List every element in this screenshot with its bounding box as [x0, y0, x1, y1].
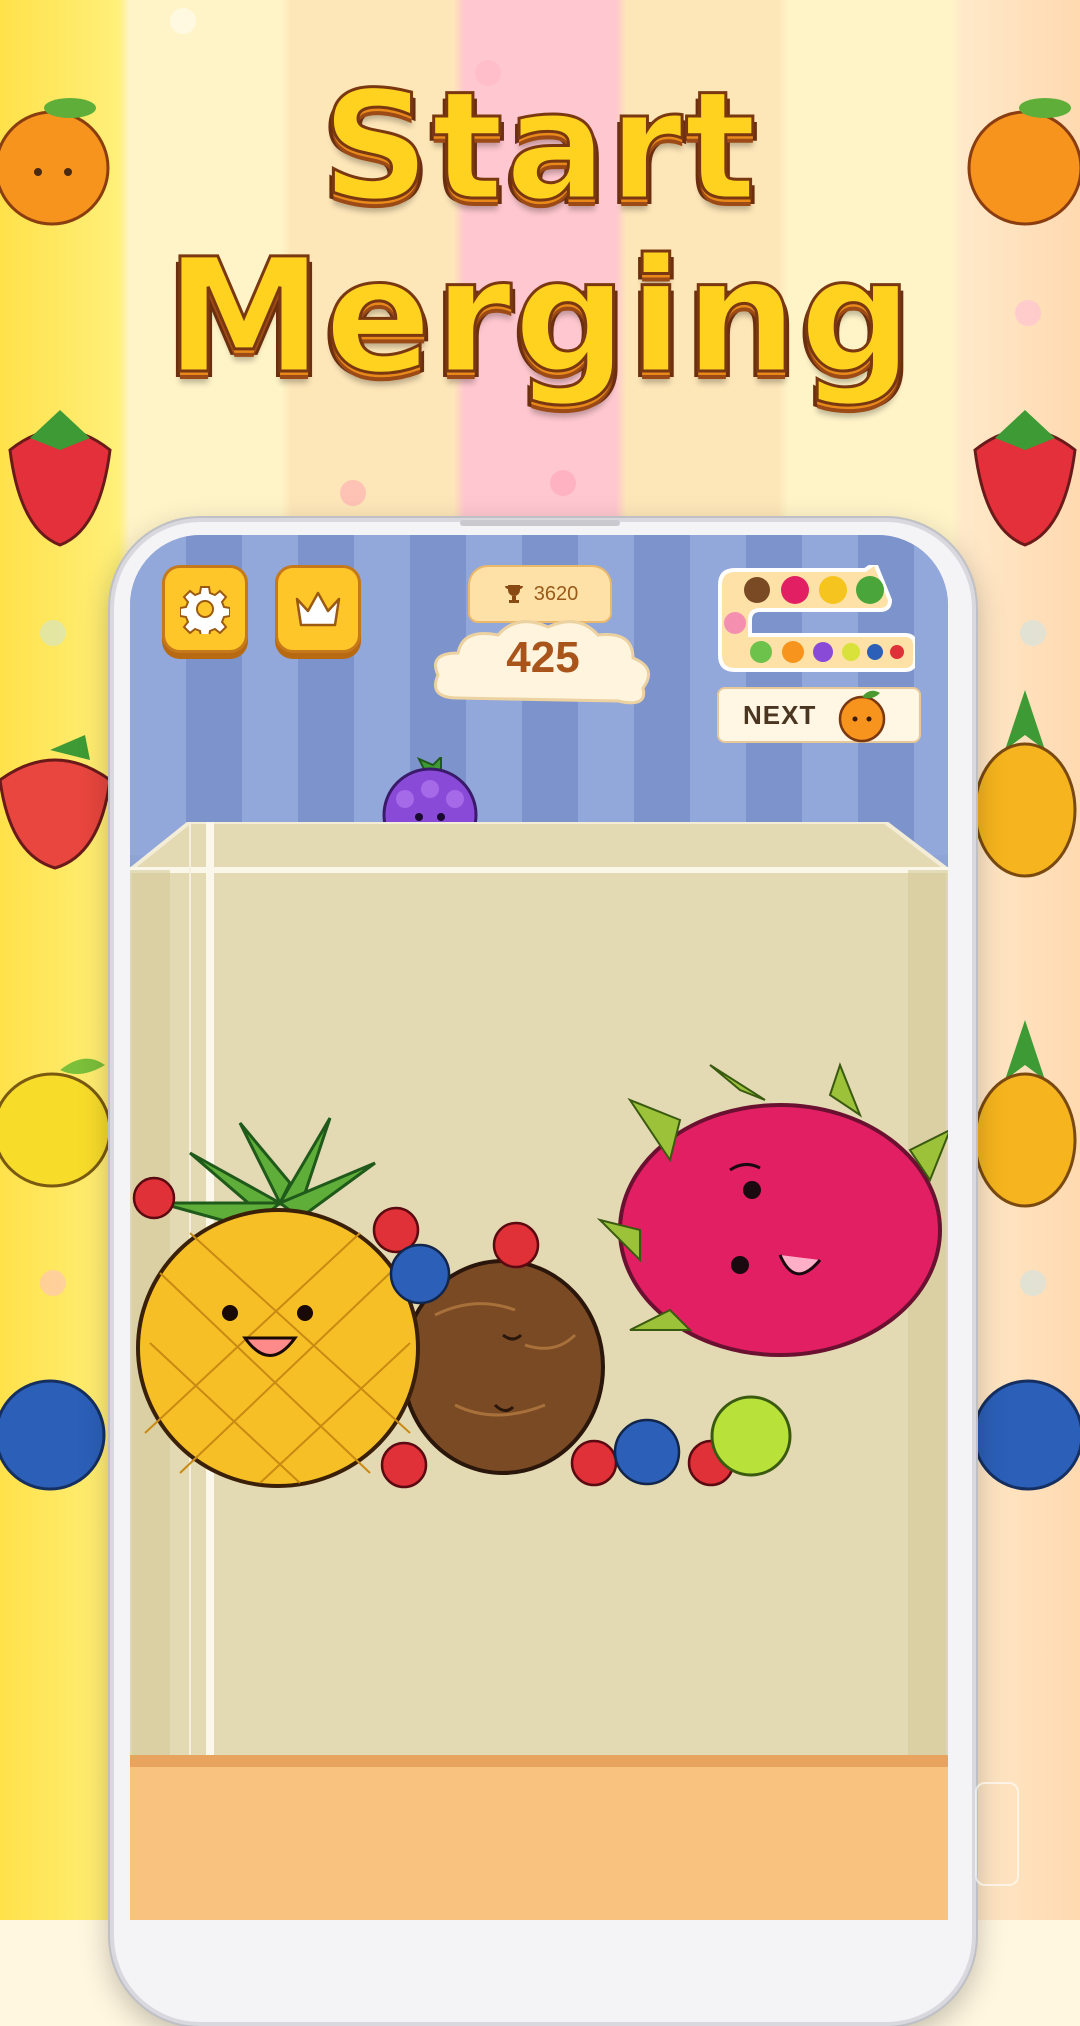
- container-floor: [130, 1767, 948, 1920]
- lemon-icon: [842, 643, 860, 661]
- leaderboard-button[interactable]: [275, 565, 361, 653]
- blueberry-icon: [867, 644, 883, 660]
- grape-icon: [813, 642, 833, 662]
- cherry-icon: [890, 645, 904, 659]
- blueberry-icon: [0, 1379, 106, 1491]
- next-label: NEXT: [743, 699, 817, 730]
- headline-line-1: Start: [320, 59, 759, 236]
- orange-icon: [782, 641, 804, 663]
- trophy-icon: [504, 585, 523, 603]
- phone-speaker: [460, 520, 620, 526]
- gear-icon: [180, 586, 230, 634]
- current-score: 425: [506, 633, 580, 682]
- cherry-icon: [380, 1441, 428, 1489]
- blueberry-icon: [972, 1379, 1080, 1491]
- crown-icon: [295, 591, 341, 627]
- lime-icon: [710, 1395, 792, 1477]
- blueberry-icon: [389, 1243, 451, 1305]
- strawberry-icon: [0, 735, 112, 870]
- pineapple-icon: [819, 576, 847, 604]
- best-score-value: 3620: [533, 582, 579, 605]
- blueberry-icon: [613, 1418, 681, 1486]
- evolution-chart: [718, 565, 915, 672]
- pineapple-icon: [973, 1020, 1077, 1208]
- pineapple-icon: [973, 690, 1077, 878]
- next-fruit-panel: NEXT: [717, 687, 921, 743]
- watermelon-icon: [856, 576, 884, 604]
- strawberry-icon: [8, 410, 112, 547]
- dragonfruit-icon: [781, 576, 809, 604]
- strawberry-icon: [973, 410, 1077, 547]
- game-screen[interactable]: 3620 425 NEXT: [130, 535, 948, 1920]
- coconut-icon: [744, 577, 770, 603]
- headline-line-2: Merging: [164, 224, 915, 411]
- cherry-icon: [132, 1176, 176, 1220]
- watermark-logo: [975, 1782, 1019, 1886]
- cherry-icon: [492, 1221, 540, 1269]
- orange-icon: [839, 690, 886, 743]
- settings-button[interactable]: [162, 565, 248, 653]
- peach-icon: [724, 612, 746, 634]
- lime-icon: [750, 641, 772, 663]
- lemon-icon: [0, 1058, 112, 1188]
